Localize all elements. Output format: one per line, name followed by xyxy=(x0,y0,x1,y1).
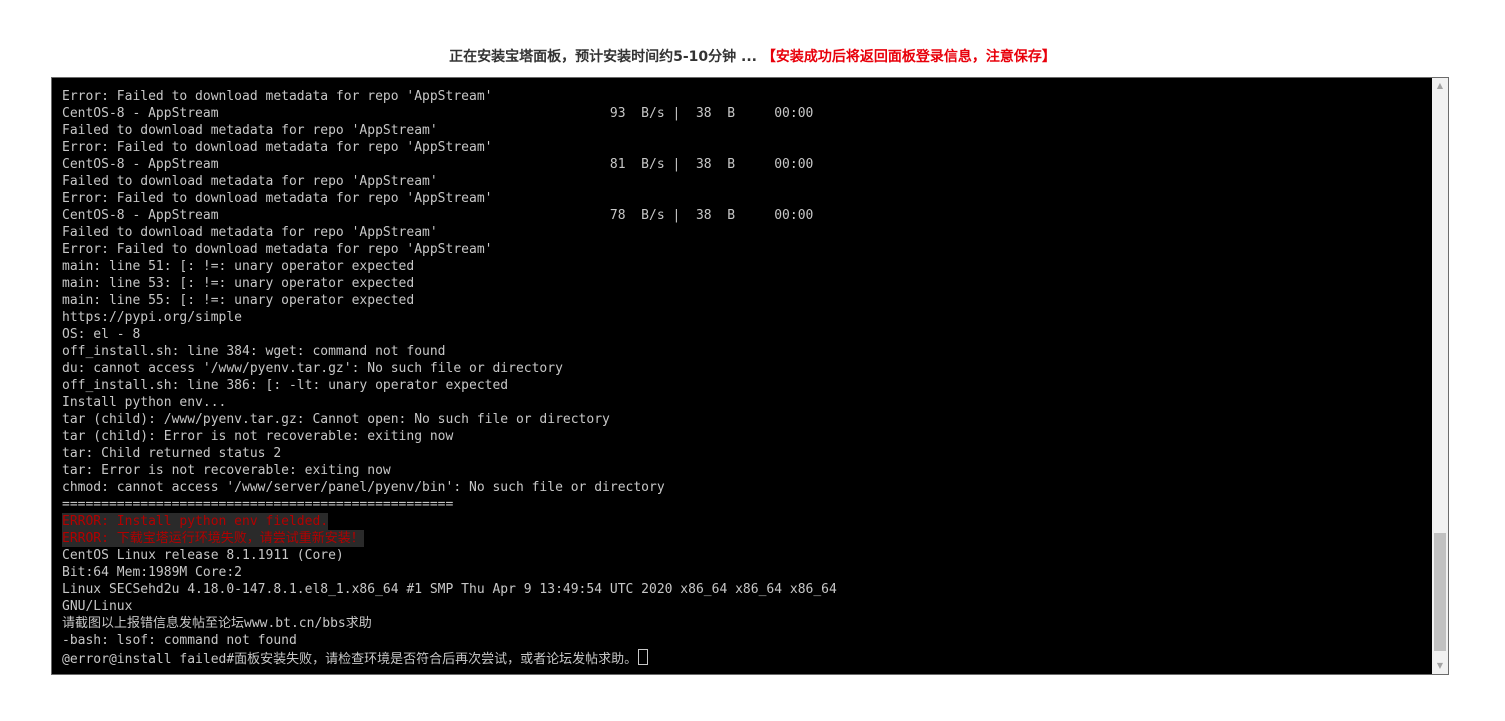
terminal-prompt-text: @error@install failed#面板安装失败，请检查环境是否符合后再… xyxy=(62,652,638,666)
scroll-down-arrow-icon[interactable]: ▼ xyxy=(1432,658,1448,674)
terminal-line: du: cannot access '/www/pyenv.tar.gz': N… xyxy=(62,361,563,376)
terminal-line: main: line 51: [: !=: unary operator exp… xyxy=(62,259,415,274)
terminal-line: Error: Failed to download metadata for r… xyxy=(62,242,493,257)
terminal-line: -bash: lsof: command not found xyxy=(62,633,297,648)
terminal-cursor[interactable] xyxy=(638,649,649,665)
terminal-line: CentOS-8 - AppStream 93 B/s | 38 B 00:00 xyxy=(62,106,814,121)
terminal-prompt-line: @error@install failed#面板安装失败，请检查环境是否符合后再… xyxy=(62,649,1432,666)
terminal-line: Error: Failed to download metadata for r… xyxy=(62,140,493,155)
terminal-line: https://pypi.org/simple xyxy=(62,310,243,325)
terminal-line: CentOS-8 - AppStream 78 B/s | 38 B 00:00 xyxy=(62,208,814,223)
terminal-line: Linux SECSehd2u 4.18.0-147.8.1.el8_1.x86… xyxy=(62,582,837,597)
terminal-scrollbar[interactable]: ▲ ▼ xyxy=(1432,78,1448,674)
terminal-line: tar: Error is not recoverable: exiting n… xyxy=(62,463,391,478)
terminal-line: tar (child): /www/pyenv.tar.gz: Cannot o… xyxy=(62,412,610,427)
terminal-separator: ========================================… xyxy=(62,497,454,512)
install-status-header: 正在安装宝塔面板，预计安装时间约5-10分钟 ... 【安装成功后将返回面板登录… xyxy=(0,44,1505,70)
terminal-line: 请截图以上报错信息发帖至论坛www.bt.cn/bbs求助 xyxy=(62,616,372,631)
terminal-line: main: line 53: [: !=: unary operator exp… xyxy=(62,276,415,291)
terminal-line: main: line 55: [: !=: unary operator exp… xyxy=(62,293,415,308)
install-save-warning: 【安装成功后将返回面板登录信息，注意保存】 xyxy=(761,49,1056,65)
terminal-line: chmod: cannot access '/www/server/panel/… xyxy=(62,480,665,495)
scrollbar-thumb[interactable] xyxy=(1434,533,1446,651)
terminal-line: Error: Failed to download metadata for r… xyxy=(62,191,493,206)
terminal-line: Failed to download metadata for repo 'Ap… xyxy=(62,123,438,138)
terminal-line: off_install.sh: line 386: [: -lt: unary … xyxy=(62,378,509,393)
terminal-output[interactable]: Error: Failed to download metadata for r… xyxy=(51,77,1449,675)
terminal-line: tar (child): Error is not recoverable: e… xyxy=(62,429,454,444)
terminal-line: off_install.sh: line 384: wget: command … xyxy=(62,344,446,359)
install-progress-message: 正在安装宝塔面板，预计安装时间约5-10分钟 ... xyxy=(449,49,757,65)
terminal-line: CentOS Linux release 8.1.1911 (Core) xyxy=(62,548,344,563)
terminal-line: OS: el - 8 xyxy=(62,327,141,342)
terminal-line: Failed to download metadata for repo 'Ap… xyxy=(62,225,438,240)
terminal-line: Error: Failed to download metadata for r… xyxy=(62,89,493,104)
terminal-lines: Error: Failed to download metadata for r… xyxy=(62,88,1432,666)
terminal-error-line: ERROR: 下载宝塔运行环境失败，请尝试重新安装！ xyxy=(62,530,364,547)
terminal-line: Failed to download metadata for repo 'Ap… xyxy=(62,174,438,189)
terminal-line: Install python env... xyxy=(62,395,227,410)
terminal-error-line: ERROR: Install python env fielded. xyxy=(62,513,329,530)
terminal-line: CentOS-8 - AppStream 81 B/s | 38 B 00:00 xyxy=(62,157,814,172)
terminal-line: Bit:64 Mem:1989M Core:2 xyxy=(62,565,243,580)
scroll-up-arrow-icon[interactable]: ▲ xyxy=(1432,78,1448,94)
terminal-line: tar: Child returned status 2 xyxy=(62,446,282,461)
terminal-line: GNU/Linux xyxy=(62,599,133,614)
